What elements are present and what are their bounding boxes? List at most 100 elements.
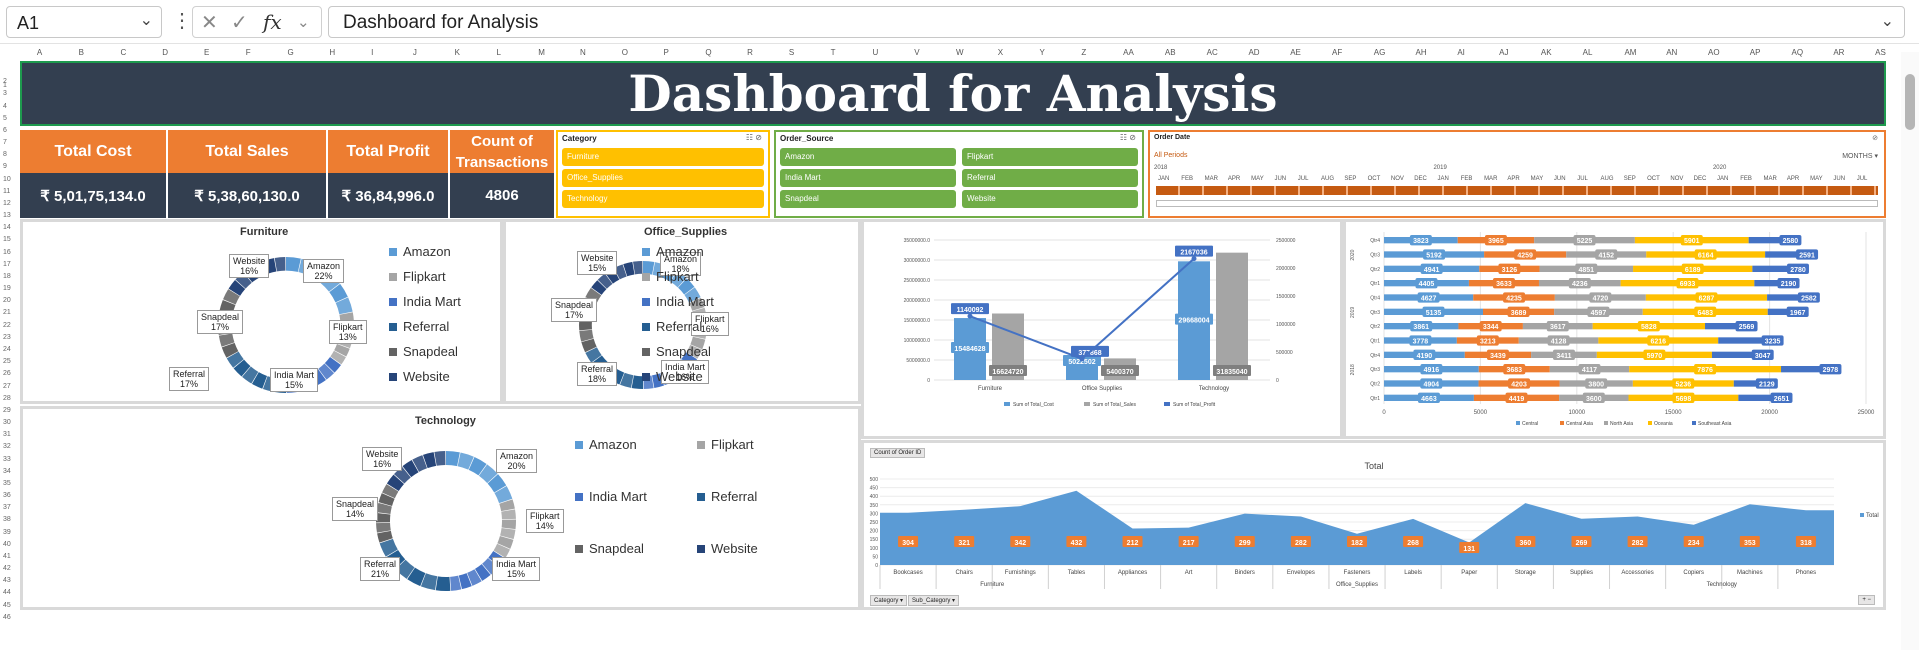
- column-header: AP: [1749, 48, 1761, 57]
- slicer-item-technology[interactable]: Technology: [562, 190, 764, 208]
- timeline-month: MAR: [1763, 176, 1777, 182]
- column-header: Z: [1081, 48, 1087, 57]
- timeline-month: JUN: [1833, 176, 1846, 182]
- data-label: 15484628: [954, 346, 985, 353]
- row-header: 27: [3, 382, 11, 390]
- slicer-item-snapdeal[interactable]: Snapdeal: [780, 190, 956, 208]
- data-label: 4663: [1421, 396, 1437, 403]
- legend-label: Website: [656, 369, 703, 384]
- slicer-item-flipkart[interactable]: Flipkart: [962, 148, 1138, 166]
- slicer-item-office-supplies[interactable]: Office_Supplies: [562, 169, 764, 187]
- subcategory-order-count-chart: Total 0 50 100 150 200 250 300 350 400 450 500 304 Bo…: [870, 461, 1879, 589]
- data-label: 3800: [1588, 382, 1604, 389]
- data-label: 3344: [1483, 324, 1499, 331]
- chevron-down-icon[interactable]: ⌄: [140, 10, 153, 30]
- row-header: 16: [3, 248, 11, 256]
- data-label: 4916: [1424, 367, 1440, 374]
- label-percent: 17%: [565, 310, 584, 320]
- kpi-label: Total Sales: [168, 130, 326, 173]
- column-header: Q: [705, 48, 712, 57]
- cancel-icon[interactable]: ✕: [201, 10, 218, 35]
- y-tick-label: 150: [870, 537, 879, 543]
- column-header: S: [788, 48, 795, 57]
- timeline-month: AUG: [1321, 176, 1335, 182]
- vertical-scrollbar[interactable]: [1901, 52, 1919, 650]
- row-header: 41: [3, 552, 11, 560]
- data-label: 4904: [1423, 382, 1439, 389]
- expand-collapse-buttons[interactable]: + −: [1858, 595, 1875, 605]
- column-header: U: [872, 48, 879, 57]
- chevron-down-icon[interactable]: ⌄: [297, 13, 310, 31]
- legend-label: India Mart: [656, 294, 714, 309]
- slicer-item-amazon[interactable]: Amazon: [780, 148, 956, 166]
- label-percent: 14%: [346, 509, 365, 519]
- row-header: 42: [3, 565, 11, 573]
- count-of-order-id-button[interactable]: Count of Order ID: [870, 448, 926, 458]
- row-header: 3: [3, 90, 7, 98]
- scrollbar-thumb[interactable]: [1905, 74, 1915, 130]
- label-name: Snapdeal: [201, 312, 240, 322]
- data-label: 1140092: [957, 307, 984, 314]
- legend-swatch: [697, 545, 705, 553]
- timeline-level-selector[interactable]: MONTHS ▾: [1842, 152, 1878, 160]
- clear-filter-icon[interactable]: ⊘: [1872, 134, 1878, 142]
- pie-slice-flipkart: [501, 509, 516, 520]
- more-options-icon[interactable]: ⋮: [172, 8, 192, 33]
- x-tick-label: 25000: [1858, 410, 1875, 416]
- legend-item: Referral: [389, 319, 449, 334]
- timeline-month: JAN: [1437, 176, 1449, 182]
- data-label: Snapdeal 17%: [197, 310, 244, 334]
- x-tick-label: Furnishings: [1005, 570, 1036, 576]
- legend-item: Amazon: [389, 244, 451, 259]
- confirm-icon[interactable]: ✓: [231, 10, 248, 35]
- data-label: Amazon 20%: [496, 449, 538, 473]
- y-tick-label: 5000000.0: [906, 358, 930, 364]
- y-tick-label: 0: [875, 563, 878, 569]
- y-tick-label: 300: [870, 511, 879, 517]
- slicer-item-india-mart[interactable]: India Mart: [780, 169, 956, 187]
- group-label: Office_Supplies: [1336, 582, 1378, 588]
- label-name: Flipkart: [530, 511, 560, 521]
- row-header: 4: [3, 102, 7, 110]
- slicer-item-furniture[interactable]: Furniture: [562, 148, 764, 166]
- legend-swatch: [642, 273, 650, 281]
- label-name: Amazon: [500, 451, 534, 461]
- cost-sales-profit-chart: 0 5000000.0 10000000.0 15000000.0 20000000.0…: [904, 238, 1296, 408]
- area-series-total: [880, 490, 1834, 565]
- pie-slice-flipkart: [501, 519, 516, 530]
- data-label: 3047: [1755, 353, 1771, 360]
- multi-select-icon[interactable]: ☷ ⊘: [746, 133, 762, 142]
- insert-function-icon[interactable]: fx: [263, 10, 282, 34]
- name-box[interactable]: A1 ⌄: [6, 6, 162, 38]
- column-header: P: [663, 48, 669, 57]
- timeline-month: JAN: [1716, 176, 1729, 182]
- column-header: E: [204, 48, 210, 57]
- office-supplies-pie-panel: Office_Supplies Amazon 18% Flipkart 16% Indi…: [503, 219, 861, 404]
- data-label: 3778: [1413, 339, 1429, 346]
- x-tick-label: Fasteners: [1344, 570, 1371, 576]
- y-tick-label: 0: [927, 378, 930, 384]
- label-percent: 15%: [507, 569, 526, 579]
- timeline-selection-bar[interactable]: [1156, 186, 1878, 195]
- row-header: 12: [3, 199, 11, 207]
- timeline-month: FEB: [1181, 176, 1193, 182]
- timeline-month: JUL: [1856, 176, 1868, 182]
- column-header: AA: [1123, 48, 1134, 57]
- data-label: 5400370: [1106, 369, 1133, 376]
- data-label: 6287: [1699, 296, 1715, 303]
- formula-input[interactable]: Dashboard for Analysis ⌄: [328, 6, 1905, 38]
- column-header: V: [914, 48, 920, 57]
- data-label: 3633: [1496, 281, 1512, 288]
- category-filter-button[interactable]: Category ▾: [870, 595, 908, 606]
- row-header: 44: [3, 589, 11, 597]
- data-label: 6216: [1651, 339, 1667, 346]
- column-header: R: [747, 48, 753, 57]
- slicer-item-website[interactable]: Website: [962, 190, 1138, 208]
- sub-category-filter-button[interactable]: Sub_Category ▾: [908, 595, 960, 606]
- expand-formula-icon[interactable]: ⌄: [1881, 11, 1894, 31]
- row-header: 11: [3, 187, 11, 195]
- slicer-item-referral[interactable]: Referral: [962, 169, 1138, 187]
- multi-select-icon[interactable]: ☷ ⊘: [1120, 133, 1136, 142]
- timeline-scrollbar[interactable]: [1156, 200, 1878, 207]
- label-percent: 20%: [507, 461, 526, 471]
